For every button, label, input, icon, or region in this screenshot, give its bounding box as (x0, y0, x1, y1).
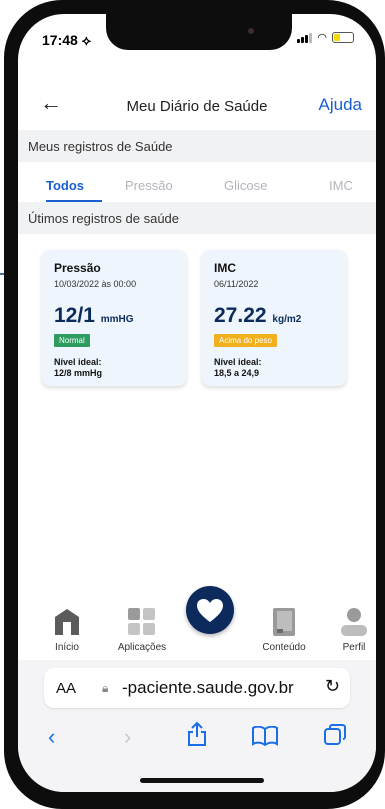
person-icon (341, 608, 367, 636)
grid-icon (128, 608, 155, 635)
heart-icon (197, 599, 223, 622)
lock-icon: 🔒︎ (102, 681, 109, 695)
section-records-label: Meus registros de Saúde (18, 130, 376, 162)
home-indicator (140, 778, 264, 783)
bookmarks-icon[interactable] (252, 726, 278, 746)
nav-aplicacoes[interactable]: Aplicações (112, 600, 172, 658)
nav-label: Aplicações (117, 642, 167, 653)
wifi-icon: ◠ (317, 31, 327, 44)
phone-frame: 17:48 ⟡ ◠ ← Meu Diário de Saúde Ajuda Me… (4, 0, 385, 809)
tab-pressao[interactable]: Pressão (125, 178, 173, 193)
card-ideal: Nível ideal: 18,5 a 24,9 (214, 357, 262, 379)
nav-label: Perfil (342, 642, 366, 653)
phone-screen: 17:48 ⟡ ◠ ← Meu Diário de Saúde Ajuda Me… (18, 14, 376, 792)
url-text: -paciente.saude.gov.br (122, 678, 294, 697)
home-icon (55, 609, 79, 635)
safari-toolbar: AA 🔒︎ -paciente.saude.gov.br ↻ ‹ › (18, 660, 376, 792)
app-header: ← Meu Diário de Saúde Ajuda (18, 84, 376, 128)
tab-imc[interactable]: IMC (329, 178, 353, 193)
tabs-icon[interactable] (324, 724, 346, 746)
card-value: 12/1 mmHG (54, 304, 134, 328)
diary-heart-button[interactable] (186, 586, 234, 634)
card-pressao[interactable]: Pressão 10/03/2022 às 00:00 12/1 mmHG No… (42, 250, 186, 386)
nav-perfil[interactable]: Perfil (334, 600, 374, 658)
share-icon[interactable] (188, 722, 206, 746)
nav-inicio[interactable]: Início (46, 600, 88, 658)
tab-bar: Todos Pressão Glicose IMC (18, 174, 376, 202)
forward-icon[interactable]: › (124, 724, 131, 750)
card-ideal: Nível ideal: 12/8 mmHg (54, 357, 102, 379)
nav-label: Início (55, 642, 79, 653)
nav-label: Conteúdo (262, 642, 306, 653)
ideal-label: Nível ideal: (214, 357, 262, 367)
card-date: 10/03/2022 às 00:00 (54, 279, 137, 289)
status-badge: Normal (54, 334, 90, 347)
card-date: 06/11/2022 (214, 279, 259, 289)
signal-icon (297, 32, 313, 43)
book-icon (273, 608, 295, 636)
status-badge: Acima do peso (214, 334, 277, 347)
reload-icon[interactable]: ↻ (325, 676, 340, 697)
camera-icon (248, 28, 254, 34)
ideal-value: 18,5 a 24,9 (214, 368, 260, 378)
notch (106, 14, 292, 50)
card-value-unit: mmHG (100, 314, 134, 325)
card-value-unit: kg/m2 (272, 314, 302, 325)
battery-icon (332, 32, 354, 43)
ideal-label: Nível ideal: (54, 357, 102, 367)
text-size-button[interactable]: AA (56, 680, 76, 697)
card-value: 27.22 kg/m2 (214, 304, 301, 328)
tab-todos[interactable]: Todos (46, 178, 84, 193)
tab-glicose[interactable]: Glicose (224, 178, 267, 193)
card-title: Pressão (54, 261, 101, 275)
back-icon[interactable]: ‹ (48, 724, 55, 750)
status-icons: ◠ (297, 32, 354, 43)
ideal-value: 12/8 mmHg (54, 368, 103, 378)
section-latest-label: Útimos registros de saúde (18, 202, 376, 234)
help-link[interactable]: Ajuda (319, 95, 362, 115)
nav-conteudo[interactable]: Conteúdo (254, 600, 314, 658)
card-imc[interactable]: IMC 06/11/2022 27.22 kg/m2 Acima do peso… (202, 250, 346, 386)
card-value-number: 12/1 (54, 304, 95, 327)
address-bar[interactable]: AA 🔒︎ -paciente.saude.gov.br ↻ (44, 668, 350, 708)
status-time: 17:48 ⟡ (42, 32, 91, 48)
card-value-number: 27.22 (214, 304, 267, 327)
card-title: IMC (214, 261, 236, 275)
